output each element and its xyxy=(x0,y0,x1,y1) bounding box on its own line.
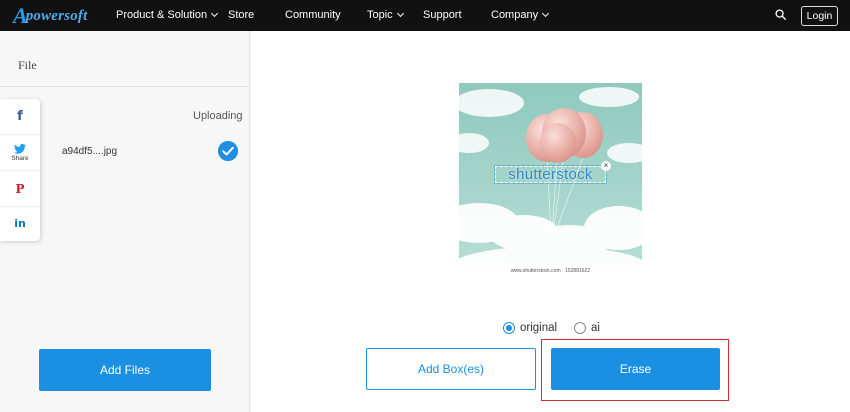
mode-ai-option[interactable]: ai xyxy=(574,322,600,334)
close-icon[interactable]: × xyxy=(601,161,611,171)
nav-company[interactable]: Company xyxy=(491,9,550,21)
image-footer-credit: www.shutterstock.com · 152881622 xyxy=(459,265,642,276)
apowersoft-logo[interactable]: A powersoft xyxy=(13,5,88,27)
nav-label: Company xyxy=(491,9,539,21)
nav-store[interactable]: Store xyxy=(228,9,254,21)
share-facebook[interactable]: f xyxy=(0,99,40,135)
nav-label: Topic xyxy=(367,9,393,21)
nav-product-solution[interactable]: Product & Solution xyxy=(116,9,219,21)
column-header-status: Uploading xyxy=(193,110,243,122)
share-label: Share xyxy=(11,154,29,162)
check-circle-icon xyxy=(218,141,238,161)
top-nav-bar: A powersoft Product & Solution Store Com… xyxy=(0,0,850,31)
nav-support[interactable]: Support xyxy=(423,9,462,21)
share-pinterest[interactable]: P xyxy=(0,171,40,207)
chevron-down-icon xyxy=(542,9,550,18)
nav-community[interactable]: Community xyxy=(285,9,341,21)
linkedin-icon: in xyxy=(14,216,26,230)
twitter-icon xyxy=(14,143,26,154)
nav-label: Store xyxy=(228,9,255,21)
nav-label: Community xyxy=(285,9,341,21)
watermark-text: shutterstock xyxy=(508,166,593,183)
mode-original-label: original xyxy=(520,322,558,334)
mode-original-option[interactable]: original xyxy=(503,322,557,334)
chevron-down-icon xyxy=(211,9,219,18)
add-boxes-button[interactable]: Add Box(es) xyxy=(366,348,536,390)
watermark-selection-box[interactable]: shutterstock xyxy=(495,166,606,183)
chevron-down-icon xyxy=(396,9,404,18)
erase-button[interactable]: Erase xyxy=(551,348,720,390)
radio-button-checked[interactable] xyxy=(503,322,515,334)
file-panel-title: File xyxy=(18,58,37,72)
file-name[interactable]: a94df5....jpg xyxy=(62,146,117,157)
login-button[interactable]: Login xyxy=(801,6,838,26)
search-icon[interactable] xyxy=(775,9,786,20)
mode-ai-label: ai xyxy=(591,322,600,334)
share-widget: f Share P in xyxy=(0,99,40,241)
logo-text: powersoft xyxy=(25,7,88,24)
pinterest-icon: P xyxy=(15,181,25,196)
nav-label: Product & Solution xyxy=(116,9,208,21)
add-files-button[interactable]: Add Files xyxy=(39,349,211,391)
nav-topic[interactable]: Topic xyxy=(367,9,404,21)
share-linkedin[interactable]: in xyxy=(0,205,40,241)
divider xyxy=(0,86,250,87)
facebook-icon: f xyxy=(17,109,23,124)
radio-button-unchecked[interactable] xyxy=(574,322,586,334)
nav-label: Support xyxy=(423,9,462,21)
share-twitter[interactable]: Share xyxy=(0,135,40,171)
